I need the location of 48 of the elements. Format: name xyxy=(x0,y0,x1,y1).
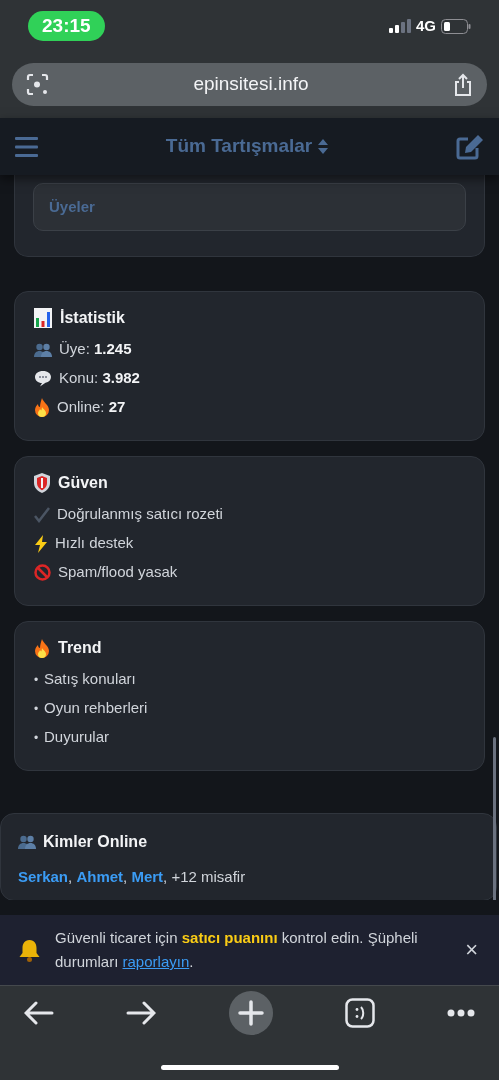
lightning-icon xyxy=(34,534,48,553)
bullet: • xyxy=(34,700,40,718)
signal-icon xyxy=(389,19,411,33)
close-button[interactable]: × xyxy=(461,939,482,961)
list-text: Konu: 3.982 xyxy=(59,368,140,389)
bullet: • xyxy=(34,729,40,747)
sort-caret-icon xyxy=(318,139,329,154)
prohibited-icon xyxy=(34,564,51,581)
bell-icon xyxy=(17,937,42,963)
fire-icon xyxy=(34,398,50,417)
online-users-text: Serkan, Ahmet, Mert, +12 misafir xyxy=(18,867,247,887)
network-label: 4G xyxy=(416,15,436,36)
list-text[interactable]: Duyurular xyxy=(44,726,110,749)
card-title: Güven xyxy=(58,473,108,493)
people-icon xyxy=(18,835,36,849)
list-text: Spam/flood yasak xyxy=(58,562,178,583)
bullet: • xyxy=(34,671,40,689)
list-text: Hızlı destek xyxy=(55,533,134,554)
time-badge: 23:15 xyxy=(28,10,105,42)
address-bar[interactable]: epinsitesi.info xyxy=(12,63,487,106)
bar-chart-icon xyxy=(34,308,52,328)
more-icon[interactable] xyxy=(447,1009,475,1017)
menu-icon[interactable] xyxy=(15,136,38,157)
card-title: İstatistik xyxy=(60,308,125,328)
shield-icon xyxy=(34,473,50,493)
notice-text: Güvenli ticaret için satıcı puanını kontrol edin. Şüpheli durumları raporlayın. xyxy=(55,928,419,972)
card-title: Kimler Online xyxy=(43,832,148,852)
lens-icon[interactable] xyxy=(26,73,49,96)
share-icon[interactable] xyxy=(453,72,473,97)
list-text: Online: 27 xyxy=(57,397,126,418)
user-link[interactable]: Serkan xyxy=(18,868,69,885)
forward-icon[interactable] xyxy=(126,1001,157,1025)
card-title: Trend xyxy=(58,638,102,658)
list-text[interactable]: Satış konuları xyxy=(44,668,136,691)
tabs-icon[interactable] xyxy=(344,998,375,1028)
fire-icon xyxy=(34,638,50,658)
compose-icon[interactable] xyxy=(456,133,484,160)
list-text[interactable]: Oyun rehberleri xyxy=(44,697,148,720)
back-icon[interactable] xyxy=(24,1001,54,1025)
new-tab-icon[interactable] xyxy=(228,991,273,1035)
speech-bubble-icon xyxy=(34,370,52,387)
list-text: Doğrulanmış satıcı rozeti xyxy=(57,504,223,525)
url-text: epinsitesi.info xyxy=(193,72,309,97)
discussion-filter[interactable]: Tüm Tartışmalar xyxy=(165,132,329,161)
list-text: Üye: 1.245 xyxy=(59,339,132,360)
people-icon xyxy=(34,342,52,357)
battery-icon xyxy=(441,18,471,34)
check-icon xyxy=(34,506,50,523)
